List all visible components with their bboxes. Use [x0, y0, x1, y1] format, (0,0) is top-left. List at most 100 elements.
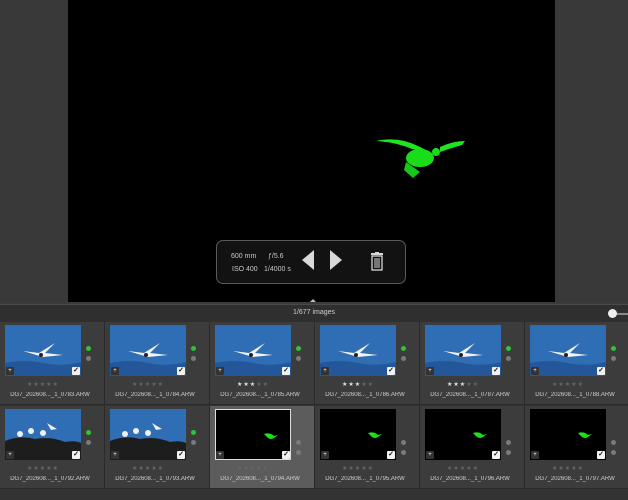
thumbnail-filename: DG7_202608..._1_0785.ARW	[220, 392, 300, 398]
thumbnail-image[interactable]	[5, 409, 81, 460]
status-dot-icon	[506, 356, 511, 361]
thumbnail-image[interactable]	[425, 325, 501, 376]
thumbnail-filename: DG7_202608..._1_0787.ARW	[430, 392, 510, 398]
raw-format-icon: +	[321, 451, 329, 459]
thumbnail-size-knob[interactable]	[608, 309, 617, 318]
star-rating[interactable]: ★★★★★	[0, 381, 86, 388]
thumbnail-cell[interactable]: + ✓ ★★★★★ DG7_202608..._1_0796.ARW	[420, 406, 525, 489]
shutter-speed: 1/4000 s	[264, 266, 291, 273]
thumbnail-cell[interactable]: + ✓ ★★★★★ DG7_202608..._1_0787.ARW	[420, 322, 525, 405]
triangle-left-icon[interactable]	[302, 250, 314, 270]
focal-length: 600 mm	[231, 253, 257, 260]
selected-check-icon[interactable]: ✓	[597, 367, 605, 375]
star-icon[interactable]: ★	[263, 466, 269, 472]
star-rating[interactable]: ★★★★★	[105, 465, 191, 472]
selected-check-icon[interactable]: ✓	[177, 367, 185, 375]
star-rating[interactable]: ★★★★★	[315, 381, 401, 388]
star-rating[interactable]: ★★★★★	[420, 381, 506, 388]
selected-check-icon[interactable]: ✓	[72, 451, 80, 459]
star-icon[interactable]: ★	[473, 382, 479, 388]
thumbnail-image[interactable]	[110, 325, 186, 376]
star-rating[interactable]: ★★★★★	[0, 465, 86, 472]
thumbnail-filename: DG7_202608..._1_0786.ARW	[325, 392, 405, 398]
thumbnail-filename: DG7_202608..._1_0794.ARW	[220, 476, 300, 482]
raw-format-icon: +	[111, 451, 119, 459]
star-icon[interactable]: ★	[53, 466, 59, 472]
triangle-right-icon[interactable]	[330, 250, 342, 270]
status-dot-icon	[506, 440, 511, 445]
thumbnail-filename: DG7_202608..._1_0797.ARW	[535, 476, 615, 482]
selected-check-icon[interactable]: ✓	[282, 367, 290, 375]
star-icon[interactable]: ★	[158, 382, 164, 388]
status-dot-icon	[401, 346, 406, 351]
thumbnail-image[interactable]	[320, 409, 396, 460]
selected-check-icon[interactable]: ✓	[492, 367, 500, 375]
aperture: ƒ/5.6	[268, 253, 284, 260]
thumbnail-cell[interactable]: + ✓ ★★★★★ DG7_202608..._1_0797.ARW	[525, 406, 628, 489]
thumbnail-image[interactable]	[320, 325, 396, 376]
status-dot-icon	[86, 356, 91, 361]
status-dot-icon	[506, 346, 511, 351]
thumbnail-image[interactable]	[530, 325, 606, 376]
thumbnail-cell[interactable]: + ✓ ★★★★★ DG7_202608..._1_0795.ARW	[315, 406, 420, 489]
thumbnail-cell[interactable]: + ✓ ★★★★★ DG7_202608..._1_0788.ARW	[525, 322, 628, 405]
star-icon[interactable]: ★	[578, 466, 584, 472]
raw-format-icon: +	[426, 367, 434, 375]
star-rating[interactable]: ★★★★★	[210, 465, 296, 472]
star-rating[interactable]: ★★★★★	[420, 465, 506, 472]
status-dot-icon	[296, 450, 301, 455]
thumbnail-grid: + ✓ ★★★★★ DG7_202608..._1_0783.ARW + ✓ ★★★★★ DG…	[0, 322, 628, 500]
selected-check-icon[interactable]: ✓	[387, 451, 395, 459]
star-icon[interactable]: ★	[158, 466, 164, 472]
selected-check-icon[interactable]: ✓	[387, 367, 395, 375]
image-count: 1/677 images	[292, 309, 336, 316]
selected-check-icon[interactable]: ✓	[72, 367, 80, 375]
star-rating[interactable]: ★★★★★	[210, 381, 296, 388]
thumbnail-cell[interactable]: + ✓ ★★★★★ DG7_202608..._1_0792.ARW	[0, 406, 105, 489]
selected-check-icon[interactable]: ✓	[597, 451, 605, 459]
thumbnail-filename: DG7_202608..._1_0792.ARW	[10, 476, 90, 482]
thumbnail-image[interactable]	[215, 409, 291, 460]
status-dot-icon	[191, 346, 196, 351]
thumbnail-filename: DG7_202608..._1_0793.ARW	[115, 476, 195, 482]
status-dot-icon	[296, 346, 301, 351]
raw-format-icon: +	[321, 367, 329, 375]
trash-icon[interactable]	[370, 252, 384, 271]
star-icon[interactable]: ★	[53, 382, 59, 388]
star-icon[interactable]: ★	[473, 466, 479, 472]
selected-check-icon[interactable]: ✓	[282, 451, 290, 459]
status-dot-icon	[611, 346, 616, 351]
thumbnail-image[interactable]	[425, 409, 501, 460]
star-icon[interactable]: ★	[368, 466, 374, 472]
thumbnail-filename: DG7_202608..._1_0788.ARW	[535, 392, 615, 398]
thumbnail-filename: DG7_202608..._1_0784.ARW	[115, 392, 195, 398]
thumbnail-image[interactable]	[5, 325, 81, 376]
raw-format-icon: +	[216, 451, 224, 459]
thumbnail-cell[interactable]: + ✓ ★★★★★ DG7_202608..._1_0794.ARW	[210, 406, 315, 489]
thumbnail-cell[interactable]: + ✓ ★★★★★ DG7_202608..._1_0784.ARW	[105, 322, 210, 405]
thumbnail-image[interactable]	[110, 409, 186, 460]
star-rating[interactable]: ★★★★★	[525, 465, 611, 472]
star-icon[interactable]: ★	[263, 382, 269, 388]
selected-check-icon[interactable]: ✓	[177, 451, 185, 459]
raw-format-icon: +	[6, 367, 14, 375]
selected-check-icon[interactable]: ✓	[492, 451, 500, 459]
thumbnail-filename: DG7_202608..._1_0783.ARW	[10, 392, 90, 398]
thumbnail-image[interactable]	[215, 325, 291, 376]
status-dot-icon	[611, 450, 616, 455]
status-dot-icon	[86, 430, 91, 435]
star-rating[interactable]: ★★★★★	[315, 465, 401, 472]
star-rating[interactable]: ★★★★★	[525, 381, 611, 388]
thumbnail-cell[interactable]: + ✓ ★★★★★ DG7_202608..._1_0785.ARW	[210, 322, 315, 405]
star-icon[interactable]: ★	[368, 382, 374, 388]
thumbnail-image[interactable]	[530, 409, 606, 460]
panel-resize-handle[interactable]	[310, 299, 316, 302]
thumbnail-cell[interactable]: + ✓ ★★★★★ DG7_202608..._1_0786.ARW	[315, 322, 420, 405]
filmstrip-toolbar: 1/677 images	[0, 304, 628, 322]
thumbnail-cell[interactable]: + ✓ ★★★★★ DG7_202608..._1_0793.ARW	[105, 406, 210, 489]
star-rating[interactable]: ★★★★★	[105, 381, 191, 388]
status-dot-icon	[611, 356, 616, 361]
status-dot-icon	[191, 430, 196, 435]
star-icon[interactable]: ★	[578, 382, 584, 388]
thumbnail-cell[interactable]: + ✓ ★★★★★ DG7_202608..._1_0783.ARW	[0, 322, 105, 405]
